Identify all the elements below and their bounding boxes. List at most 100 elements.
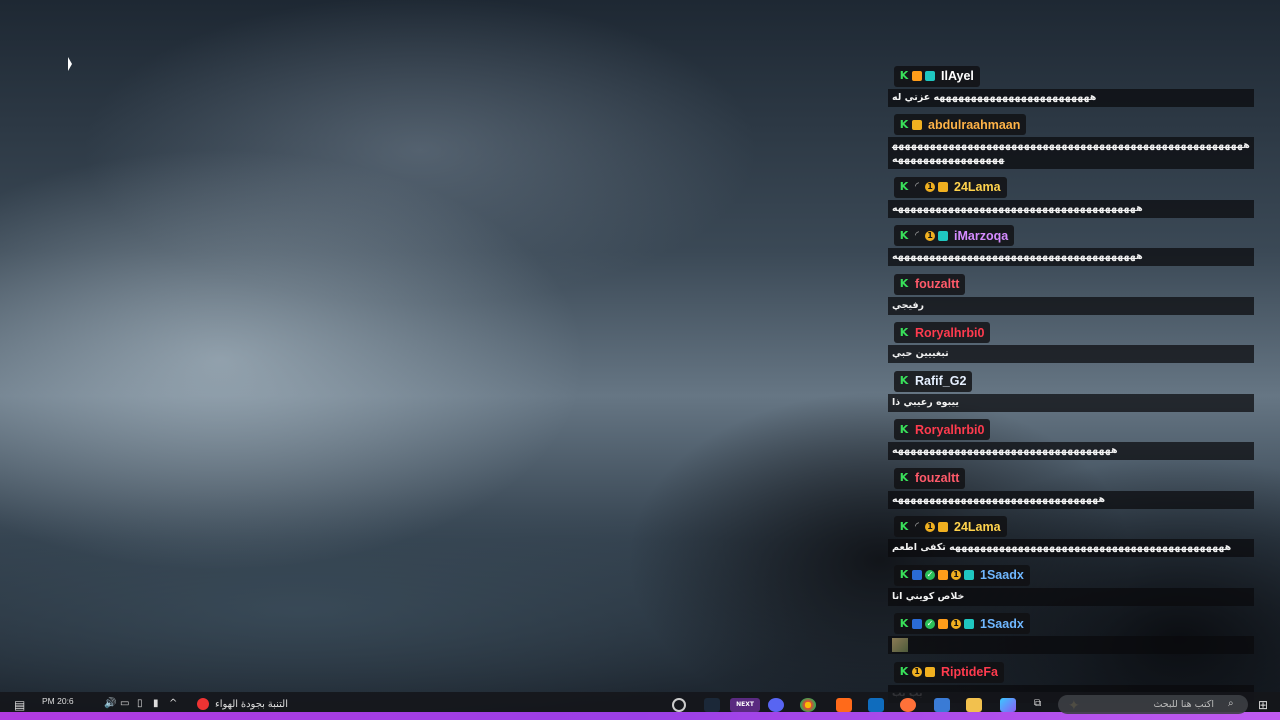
volume-icon[interactable]: 🔊 — [104, 698, 120, 712]
gift-icon — [938, 182, 948, 192]
chat-user-header: K IlAyel — [894, 65, 980, 87]
chat-user-header: K Roryalhrbi0 — [894, 322, 991, 343]
chat-message-text: تبغييين حبي — [888, 345, 1254, 363]
arc-icon: ◜ — [915, 520, 919, 532]
green-k-icon: K — [899, 568, 909, 581]
green-k-icon: K — [899, 665, 909, 678]
chat-message: K IlAyel هههههههههههههههههههههههههه عزتي ل… — [884, 64, 1260, 107]
air-quality-icon[interactable] — [197, 698, 209, 710]
gold-coin-icon: 1 — [912, 667, 922, 677]
app-icon-2[interactable] — [836, 698, 852, 712]
next-app-icon[interactable]: NEXT — [730, 698, 760, 712]
app-icon-3[interactable] — [1000, 698, 1016, 712]
chat-message-text: هههههههههههههههههههههههههههههههههههه — [888, 442, 1254, 460]
chat-username[interactable]: fouzaltt — [915, 277, 959, 291]
chat-username[interactable]: 24Lama — [954, 520, 1001, 534]
outlook-icon[interactable] — [868, 698, 884, 712]
orange-flag-icon — [938, 570, 948, 580]
file-explorer-icon[interactable] — [966, 698, 982, 712]
chat-username[interactable]: IlAyel — [941, 69, 974, 83]
chat-message: K Roryalhrbi0 هههههههههههههههههههههههههههه… — [884, 418, 1260, 460]
search-icon[interactable]: ⌕ — [1228, 698, 1244, 712]
blue-square-icon — [912, 618, 922, 629]
green-k-icon: K — [899, 616, 909, 630]
chat-message: Kfouzaltt رفيجي — [884, 272, 1260, 315]
gift-icon — [925, 667, 935, 677]
chat-message-text: هههههههههههههههههههههههههههههههههه — [888, 490, 1254, 509]
discord-icon[interactable] — [768, 698, 784, 712]
chat-text: رفيجي — [892, 299, 925, 311]
arc-icon: ◜ — [915, 229, 919, 241]
chat-user-header: K ✓ 1 1Saadx — [894, 613, 1030, 634]
app-icon-1[interactable] — [672, 698, 686, 712]
battery-icon[interactable]: ▯ — [137, 698, 153, 712]
chat-user-header: K Roryalhrbi0 — [894, 419, 991, 440]
firefox-icon[interactable] — [900, 698, 916, 712]
chat-username[interactable]: iMarzoqa — [954, 229, 1008, 243]
gold-coin-icon: 1 — [925, 182, 935, 192]
gold-coin-icon: 1 — [951, 618, 961, 629]
chat-text: هههههههههههههههههههههههههههههههههههههههه — [892, 251, 1143, 262]
chat-message-text — [888, 636, 1254, 654]
green-k-icon: K — [899, 325, 909, 339]
chat-user-header: K ✓ 1 1Saadx — [894, 564, 1030, 586]
chat-message: K ◜ 1 24Lama ههههههههههههههههههههههههههههههه… — [884, 175, 1260, 218]
gold-coin-icon: 1 — [951, 570, 961, 580]
chat-username[interactable]: 1Saadx — [980, 568, 1024, 582]
chat-username[interactable]: 24Lama — [954, 180, 1001, 194]
chat-message-text: خلاص كويني انا — [888, 587, 1254, 606]
chat-message: K ✓ 1 1Saadx — [884, 612, 1260, 654]
notification-icon[interactable]: ▤ — [14, 698, 30, 712]
chat-user-header: Kfouzaltt — [894, 467, 966, 489]
chat-user-header: K ◜ 1 24Lama — [894, 516, 1007, 537]
chrome-icon[interactable] — [800, 698, 816, 712]
teal-square-icon — [938, 230, 948, 241]
chat-text: هههههههههههههههههههههههههههههههههه — [892, 493, 1106, 505]
chat-username[interactable]: Roryalhrbi0 — [915, 326, 984, 340]
windows-start-icon[interactable]: ⊞ — [1258, 698, 1274, 712]
chat-message-text: ييبوه رعيبي ذا — [888, 393, 1254, 412]
gift-icon — [938, 521, 948, 532]
green-k-icon: K — [899, 117, 909, 131]
green-k-icon: K — [899, 69, 909, 82]
chat-text: هههههههههههههههههههههههههههههههههههههههه… — [892, 140, 1250, 165]
news-widget[interactable]: التنبة بجودة الهواء — [215, 699, 288, 713]
chat-username[interactable]: 1Saadx — [980, 617, 1024, 631]
steam-icon[interactable] — [704, 698, 720, 712]
chat-username[interactable]: Roryalhrbi0 — [915, 423, 984, 437]
green-k-icon: K — [899, 374, 909, 387]
green-k-icon: K — [899, 422, 909, 436]
chat-user-header: K Rafif_G2 — [894, 370, 973, 392]
microphone-icon[interactable]: ▮ — [153, 698, 169, 712]
chat-username[interactable]: RiptideFa — [941, 665, 998, 679]
store-icon[interactable] — [934, 698, 950, 712]
network-icon[interactable]: ▭ — [120, 698, 136, 712]
gold-coin-icon: 1 — [925, 230, 935, 241]
chat-message-text: رفيجي — [888, 296, 1254, 315]
chat-message-text: هههههههههههههههههههههههههههههههههههههههه… — [888, 137, 1254, 169]
chat-text: هههههههههههههههههههههههههههههههههههههههه — [892, 202, 1143, 214]
chat-message: Kabdulraahmaan هههههههههههههههههههههههههه… — [884, 113, 1260, 169]
orange-flag-icon — [938, 618, 948, 629]
chevron-up-icon[interactable]: ^ — [169, 698, 185, 712]
chat-text: هههههههههههههههههههههههههههههههههههه — [892, 445, 1118, 456]
search-box[interactable]: اكتب هنا للبحث — [1058, 695, 1248, 714]
clock[interactable]: PM 20:6 — [42, 696, 74, 710]
teal-square-icon — [964, 618, 974, 629]
gift-icon — [912, 119, 922, 130]
chat-username[interactable]: abdulraahmaan — [928, 118, 1020, 132]
task-view-icon[interactable]: ⧉ — [1034, 698, 1050, 712]
chat-username[interactable]: Rafif_G2 — [915, 374, 966, 388]
chat-message: K ◜ 1 iMarzoqa ههههههههههههههههههههههههههههه… — [884, 224, 1260, 266]
chat-message: K ✓ 1 1Saadx خلاص كويني انا — [884, 563, 1260, 606]
chat-message: K Roryalhrbi0 تبغييين حبي — [884, 321, 1260, 363]
chat-user-header: K ◜ 1 iMarzoqa — [894, 225, 1015, 246]
chat-user-header: K 1 RiptideFa — [894, 661, 1004, 683]
green-k-icon: K — [899, 471, 909, 484]
chat-username[interactable]: fouzaltt — [915, 471, 959, 485]
green-k-icon: K — [899, 277, 909, 290]
chat-message-text: هههههههههههههههههههههههههه عزتي له — [888, 88, 1254, 107]
green-k-icon: K — [899, 228, 909, 242]
emote-image-icon — [892, 638, 908, 652]
arc-icon: ◜ — [915, 181, 919, 192]
